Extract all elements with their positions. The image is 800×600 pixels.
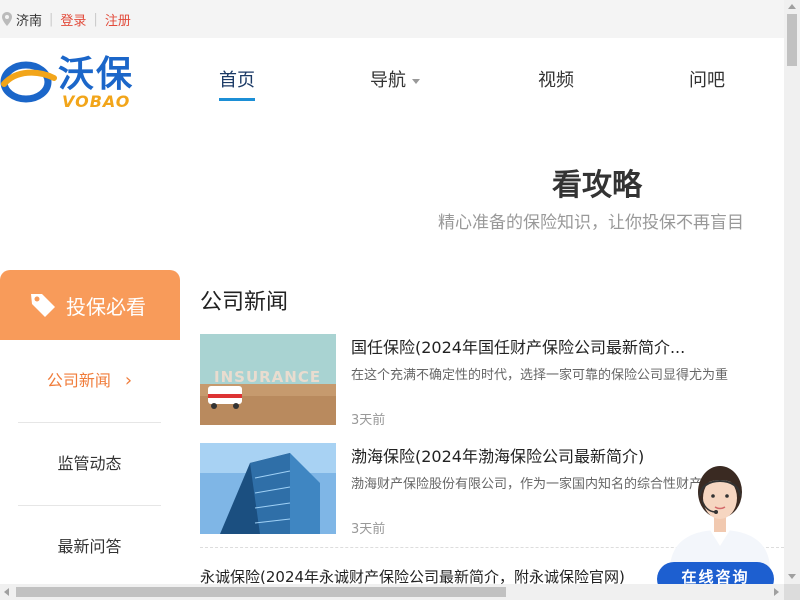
scroll-down-icon[interactable] (788, 574, 796, 579)
sidebar-item-regulation[interactable]: 监管动态 (18, 423, 161, 506)
scrollbar-thumb[interactable] (16, 587, 506, 597)
customer-service-avatar[interactable] (660, 446, 780, 570)
section-title: 公司新闻 (200, 290, 289, 315)
city-selector[interactable]: 济南 (16, 10, 42, 29)
sidebar-item-company-news[interactable]: 公司新闻 › (18, 340, 161, 423)
tag-icon (31, 294, 55, 317)
sidebar-header: 投保必看 (0, 270, 180, 340)
site-header: 沃保 VOBAO 首页 导航 视频 问吧 (0, 38, 784, 122)
scroll-right-icon[interactable] (774, 588, 779, 596)
nav-guide[interactable]: 导航 (370, 66, 420, 92)
sidebar-item-latest-qa[interactable]: 最新问答 (18, 506, 161, 588)
news-summary: 在这个充满不确定性的时代，选择一家可靠的保险公司显得尤为重 (351, 368, 729, 383)
news-timestamp: 3天前 (351, 413, 386, 428)
top-utility-bar: 济南 | 登录 | 注册 (0, 0, 784, 38)
news-title[interactable]: 渤海保险(2024年渤海保险公司最新简介) (351, 443, 644, 467)
vertical-scrollbar[interactable] (784, 0, 800, 584)
sidebar: 投保必看 公司新闻 › 监管动态 最新问答 (0, 270, 180, 590)
scrollbar-corner (784, 584, 800, 600)
news-thumbnail (200, 443, 336, 534)
nav-qa[interactable]: 问吧 (689, 66, 725, 92)
nav-guide-label: 导航 (370, 70, 406, 91)
register-link[interactable]: 注册 (105, 10, 131, 29)
scroll-left-icon[interactable] (4, 588, 9, 596)
scroll-up-icon[interactable] (788, 4, 796, 9)
news-title[interactable]: 国任保险(2024年国任财产保险公司最新简介... (351, 334, 685, 358)
location-pin-icon (2, 12, 12, 26)
thumbnail-text: INSURANCE (214, 368, 321, 386)
login-link[interactable]: 登录 (60, 10, 86, 29)
sidebar-item-label: 最新问答 (57, 537, 122, 556)
sidebar-item-label: 公司新闻 (46, 371, 111, 390)
divider: | (93, 11, 98, 27)
horizontal-scrollbar[interactable] (0, 584, 784, 600)
chevron-down-icon (412, 78, 420, 84)
hero-title: 看攻略 (552, 168, 642, 203)
sidebar-item-label: 监管动态 (57, 454, 122, 473)
scrollbar-thumb[interactable] (787, 14, 797, 66)
sidebar-title: 投保必看 (66, 294, 146, 319)
main-nav: 首页 导航 视频 问吧 (0, 38, 784, 122)
nav-video[interactable]: 视频 (538, 66, 574, 92)
chevron-right-icon: › (124, 370, 133, 391)
divider: | (49, 11, 54, 27)
hero-subtitle: 精心准备的保险知识，让你投保不再盲目 (438, 213, 744, 233)
nav-home[interactable]: 首页 (219, 66, 255, 101)
news-thumbnail: INSURANCE (200, 334, 336, 425)
news-timestamp: 3天前 (351, 522, 386, 537)
news-item[interactable]: INSURANCE 国任保险(2024年国任财产保险公司最新简介... 在这个充… (200, 334, 784, 428)
